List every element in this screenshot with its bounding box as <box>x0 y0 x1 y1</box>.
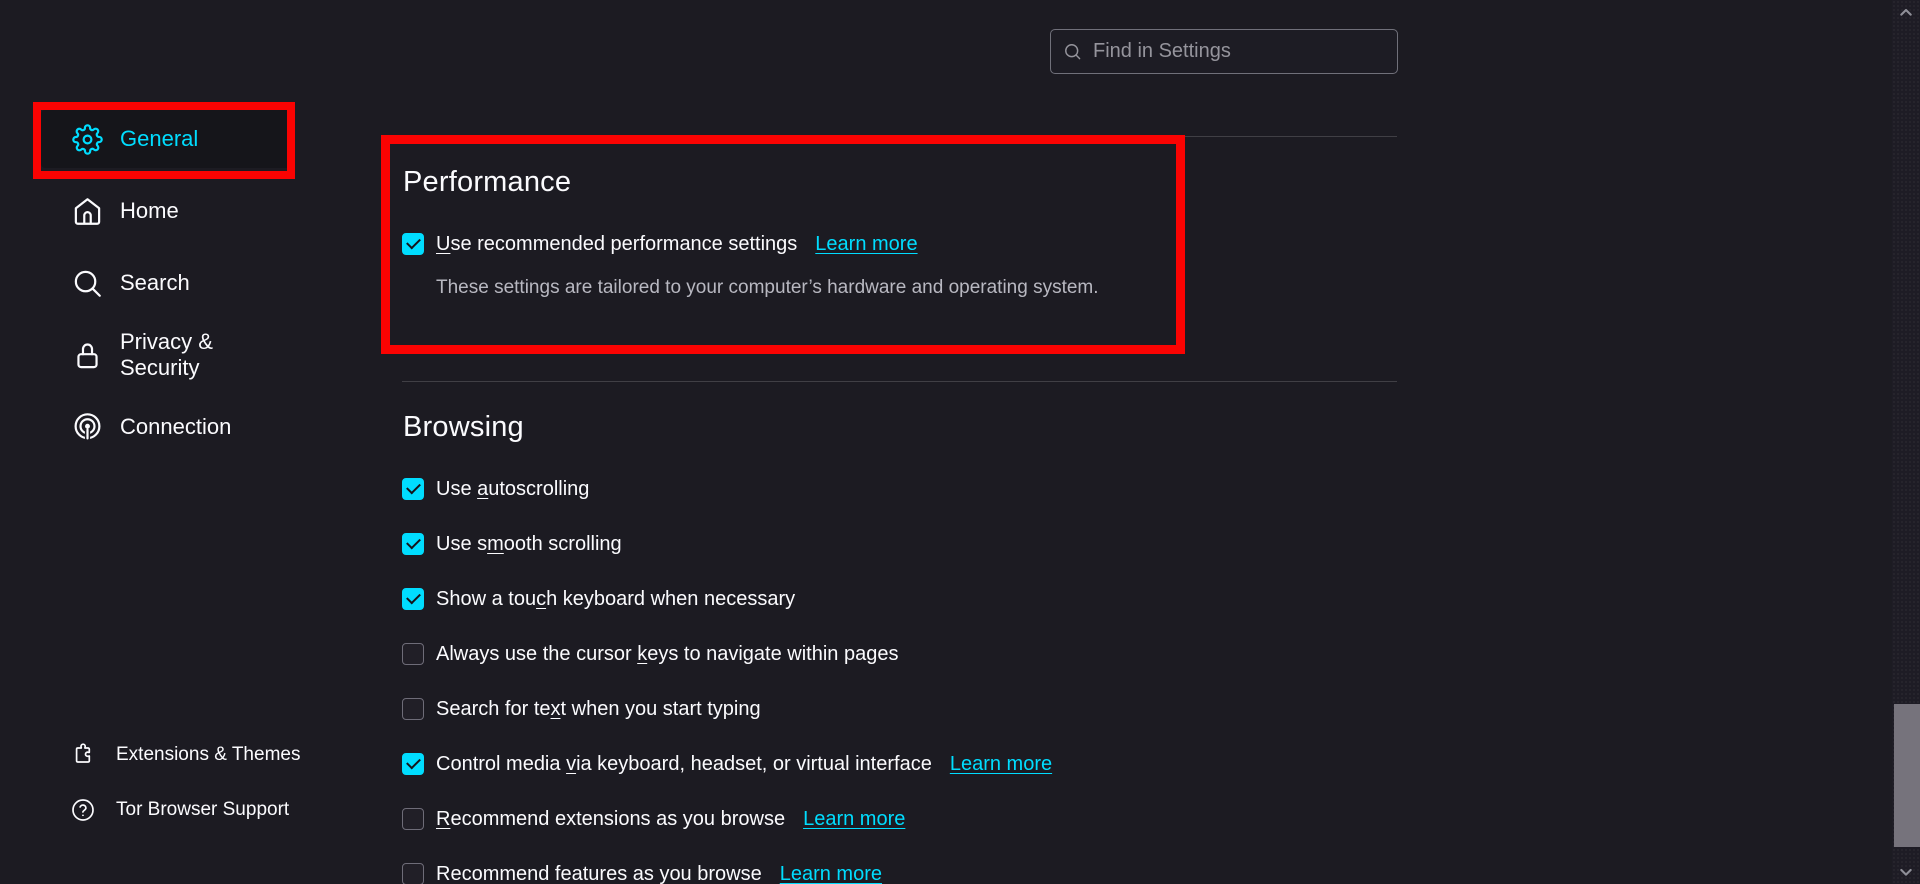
setting-row-recommended-performance: Use recommended performance settings Lea… <box>402 229 918 259</box>
performance-title: Performance <box>403 166 571 199</box>
sidebar-item-privacy-security[interactable]: Privacy & Security <box>41 326 291 384</box>
sidebar-item-home[interactable]: Home <box>41 182 291 240</box>
learn-more-link[interactable]: Learn more <box>780 863 882 884</box>
sidebar-item-label: Home <box>120 198 179 224</box>
checkbox-label[interactable]: Always use the cursor keys to navigate w… <box>436 643 898 666</box>
sidebar-item-search[interactable]: Search <box>41 254 291 312</box>
sidebar-item-label: Privacy & Security <box>120 329 291 381</box>
help-circle-icon <box>71 798 95 822</box>
sidebar-footer-label: Tor Browser Support <box>116 799 289 821</box>
learn-more-link[interactable]: Learn more <box>803 808 905 831</box>
magnifier-icon <box>72 268 103 299</box>
checkbox-label[interactable]: Recommend features as you browse <box>436 863 762 884</box>
section-divider <box>402 381 1397 382</box>
checkbox-cursor-keys[interactable] <box>402 643 424 665</box>
browsing-rows: Use autoscrolling Use smooth scrolling S… <box>402 474 1052 884</box>
checkbox-recommend-features[interactable] <box>402 863 424 884</box>
setting-row-autoscrolling: Use autoscrolling <box>402 474 1052 504</box>
learn-more-link[interactable]: Learn more <box>950 753 1052 776</box>
checkbox-control-media[interactable] <box>402 753 424 775</box>
scroll-up-icon[interactable] <box>1896 4 1916 20</box>
learn-more-link[interactable]: Learn more <box>815 233 917 256</box>
puzzle-icon <box>71 743 95 767</box>
checkbox-label[interactable]: Use recommended performance settings <box>436 233 797 256</box>
sidebar: General Home Search Privacy & Security C… <box>0 0 330 884</box>
broadcast-icon <box>72 412 103 443</box>
checkbox-smooth-scrolling[interactable] <box>402 533 424 555</box>
checkbox-label[interactable]: Use autoscrolling <box>436 478 589 501</box>
setting-row-touch-keyboard: Show a touch keyboard when necessary <box>402 584 1052 614</box>
sidebar-item-extensions-themes[interactable]: Extensions & Themes <box>41 734 311 776</box>
sidebar-item-connection[interactable]: Connection <box>41 398 291 456</box>
checkbox-recommended-performance[interactable] <box>402 233 424 255</box>
checkbox-touch-keyboard[interactable] <box>402 588 424 610</box>
browsing-title: Browsing <box>403 411 524 444</box>
setting-row-smooth-scrolling: Use smooth scrolling <box>402 529 1052 559</box>
checkbox-label[interactable]: Show a touch keyboard when necessary <box>436 588 795 611</box>
gear-icon <box>72 124 103 155</box>
checkbox-label[interactable]: Use smooth scrolling <box>436 533 622 556</box>
sidebar-item-general[interactable]: General <box>41 110 291 168</box>
sidebar-item-label: Search <box>120 270 190 296</box>
scrollbar-thumb[interactable] <box>1894 704 1920 847</box>
setting-row-recommend-extensions: Recommend extensions as you browse Learn… <box>402 804 1052 834</box>
setting-row-search-on-typing: Search for text when you start typing <box>402 694 1052 724</box>
scrollbar[interactable] <box>1892 0 1920 884</box>
setting-row-control-media: Control media via keyboard, headset, or … <box>402 749 1052 779</box>
lock-icon <box>72 340 103 371</box>
settings-content: Performance Use recommended performance … <box>402 0 1397 884</box>
performance-description: These settings are tailored to your comp… <box>436 277 1099 299</box>
home-icon <box>72 196 103 227</box>
checkbox-label[interactable]: Search for text when you start typing <box>436 698 761 721</box>
checkbox-label[interactable]: Recommend extensions as you browse <box>436 808 785 831</box>
checkbox-label[interactable]: Control media via keyboard, headset, or … <box>436 753 932 776</box>
setting-row-cursor-keys: Always use the cursor keys to navigate w… <box>402 639 1052 669</box>
checkbox-search-on-typing[interactable] <box>402 698 424 720</box>
setting-row-recommend-features: Recommend features as you browse Learn m… <box>402 859 1052 884</box>
sidebar-footer-label: Extensions & Themes <box>116 744 300 766</box>
sidebar-item-label: Connection <box>120 414 231 440</box>
checkbox-autoscrolling[interactable] <box>402 478 424 500</box>
checkbox-recommend-extensions[interactable] <box>402 808 424 830</box>
sidebar-item-tor-browser-support[interactable]: Tor Browser Support <box>41 789 311 831</box>
scroll-down-icon[interactable] <box>1896 864 1916 880</box>
section-divider <box>402 136 1397 137</box>
sidebar-item-label: General <box>120 126 198 152</box>
